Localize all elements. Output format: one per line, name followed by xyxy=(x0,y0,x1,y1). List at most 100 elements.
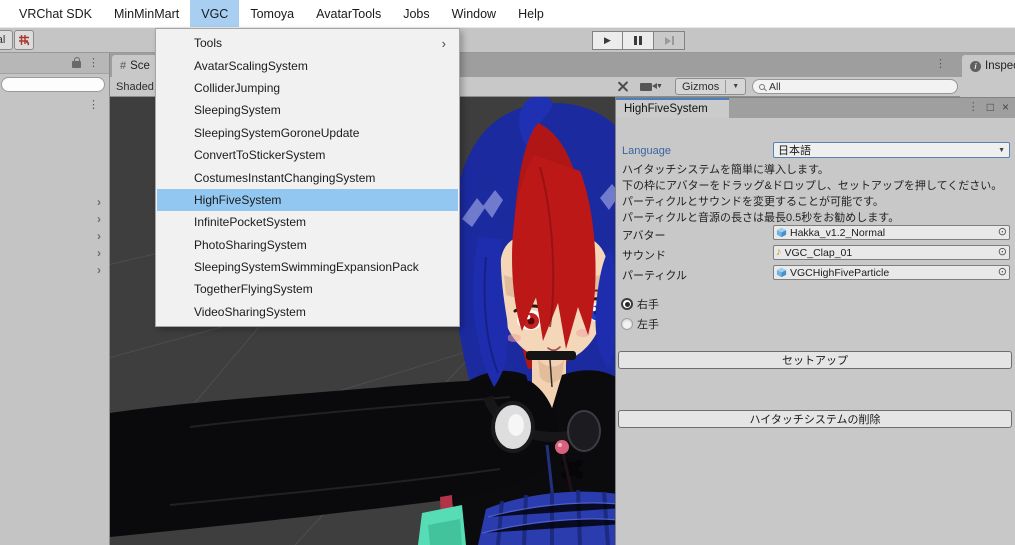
prefab-cube-icon xyxy=(776,227,787,238)
object-picker-icon[interactable]: ⊙ xyxy=(998,247,1007,258)
divider xyxy=(725,80,727,93)
pivot-toggle-button[interactable]: al xyxy=(0,30,13,50)
menu-item-costumesinstantchangingsystem[interactable]: CostumesInstantChangingSystem xyxy=(157,166,458,188)
menu-item-togetherflyingsystem[interactable]: TogetherFlyingSystem xyxy=(157,278,458,300)
grid-snap-button[interactable] xyxy=(14,30,34,50)
avatar-field-label: アバター xyxy=(622,230,666,242)
menu-window[interactable]: Window xyxy=(441,0,507,27)
unity-editor-window: VRChat SDK MinMinMart VGC Tomoya AvatarT… xyxy=(0,0,1015,545)
tab-inspector[interactable]: i Inspec xyxy=(962,55,1015,77)
language-value: 日本語 xyxy=(778,145,811,157)
window-controls: ⋮ □ × xyxy=(968,100,1009,114)
right-hand-label: 右手 xyxy=(637,299,659,311)
menu-item-sleepingsystem[interactable]: SleepingSystem xyxy=(157,99,458,121)
play-controls: ▶ xyxy=(592,31,685,50)
highfive-body: Language 日本語 ▼ ハイタッチシステムを簡単に導入します。 下の枠にア… xyxy=(616,118,1015,545)
maximize-icon[interactable]: □ xyxy=(987,100,994,114)
avatar-field-value: Hakka_v1.2_Normal xyxy=(790,226,886,239)
close-icon[interactable]: × xyxy=(1002,100,1009,114)
shading-mode-label: Shaded xyxy=(116,80,154,93)
panel-menu-icon[interactable]: ⋮ xyxy=(88,58,99,69)
menu-bar: VRChat SDK MinMinMart VGC Tomoya AvatarT… xyxy=(0,0,1015,28)
right-hand-radio[interactable] xyxy=(621,298,633,310)
chevron-right-icon[interactable]: › xyxy=(97,213,101,225)
chevron-right-icon[interactable]: › xyxy=(97,247,101,259)
language-label: Language xyxy=(622,145,671,157)
chevron-right-icon[interactable]: › xyxy=(97,230,101,242)
menu-vgc[interactable]: VGC xyxy=(190,0,240,27)
dropdown-arrow-icon: ▼ xyxy=(998,146,1005,154)
pause-icon xyxy=(634,36,642,45)
dropdown-arrow-icon: ▼ xyxy=(732,83,740,90)
chevron-right-icon[interactable]: › xyxy=(97,196,101,208)
right-hand-radio-row: 右手 xyxy=(621,296,659,312)
camera-icon xyxy=(640,82,657,91)
scene-tools-button[interactable] xyxy=(616,78,629,95)
scene-panel-menu-icon[interactable]: ⋮ xyxy=(935,59,946,70)
sound-field-label: サウンド xyxy=(622,250,666,262)
menu-jobs[interactable]: Jobs xyxy=(392,0,440,27)
window-menu-icon[interactable]: ⋮ xyxy=(968,101,979,113)
menu-item-highfivesystem[interactable]: HighFiveSystem xyxy=(157,188,458,212)
menu-item-infinitepocketsystem[interactable]: InfinitePocketSystem xyxy=(157,211,458,233)
chevron-right-icon[interactable]: › xyxy=(97,264,101,276)
menu-item-photosharingsystem[interactable]: PhotoSharingSystem xyxy=(157,234,458,256)
scene-tab-label: Sce xyxy=(130,60,150,72)
dropdown-arrow-icon: ▼ xyxy=(656,83,663,90)
left-hand-radio-row: 左手 xyxy=(621,316,659,332)
menu-minminmart[interactable]: MinMinMart xyxy=(103,0,190,27)
menu-help[interactable]: Help xyxy=(507,0,555,27)
panel-menu-icon-2[interactable]: ⋮ xyxy=(88,100,99,111)
language-dropdown[interactable]: 日本語 ▼ xyxy=(773,142,1010,158)
left-hand-label: 左手 xyxy=(637,319,659,331)
particle-field-value: VGCHighFiveParticle xyxy=(790,266,890,279)
particle-object-field[interactable]: VGCHighFiveParticle ⊙ xyxy=(773,265,1010,280)
hierarchy-panel-header: ⋮ xyxy=(0,53,109,74)
left-hand-radio[interactable] xyxy=(621,318,633,330)
menu-item-label: Tools xyxy=(194,36,223,51)
menu-item-videosharingsystem[interactable]: VideoSharingSystem xyxy=(157,301,458,323)
scene-grid-icon: # xyxy=(120,60,127,72)
vgc-dropdown-menu: Tools › AvatarScalingSystem ColliderJump… xyxy=(155,28,460,328)
menu-item-converttostickersystem[interactable]: ConvertToStickerSystem xyxy=(157,144,458,166)
sound-field-value: VGC_Clap_01 xyxy=(784,246,853,259)
scene-search-input[interactable] xyxy=(769,80,929,93)
gizmos-dropdown[interactable]: Gizmos ▼ xyxy=(675,78,747,95)
tab-highfivesystem[interactable]: HighFiveSystem xyxy=(616,98,729,118)
setup-button[interactable]: セットアップ xyxy=(618,351,1012,369)
prefab-cube-icon xyxy=(776,267,787,278)
description-text: ハイタッチシステムを簡単に導入します。 下の枠にアバターをドラッグ&ドロップし、… xyxy=(622,164,1003,224)
menu-vrchat-sdk[interactable]: VRChat SDK xyxy=(8,0,103,27)
tools-icon xyxy=(616,80,629,93)
play-button[interactable]: ▶ xyxy=(592,31,623,50)
inspector-tab-label: Inspec xyxy=(985,60,1015,72)
sound-object-field[interactable]: ♪ VGC_Clap_01 ⊙ xyxy=(773,245,1010,260)
audio-clip-icon: ♪ xyxy=(776,246,782,258)
pause-button[interactable] xyxy=(623,31,654,50)
highfive-tab-bar: HighFiveSystem ⋮ □ × xyxy=(616,98,1015,118)
menu-item-sleepingsystemswimmingexpansionpack[interactable]: SleepingSystemSwimmingExpansionPack xyxy=(157,256,458,278)
avatar-object-field[interactable]: Hakka_v1.2_Normal ⊙ xyxy=(773,225,1010,240)
object-picker-icon[interactable]: ⊙ xyxy=(998,267,1007,278)
submenu-arrow-icon: › xyxy=(441,35,446,51)
menu-tomoya[interactable]: Tomoya xyxy=(239,0,305,27)
step-icon xyxy=(664,36,674,45)
step-button[interactable] xyxy=(654,31,685,50)
scene-search-field[interactable] xyxy=(752,79,958,94)
menu-item-colliderjumping[interactable]: ColliderJumping xyxy=(157,77,458,99)
lock-icon[interactable] xyxy=(72,57,81,68)
hierarchy-search-input[interactable] xyxy=(1,77,105,92)
particle-field-label: パーティクル xyxy=(622,270,688,282)
object-picker-icon[interactable]: ⊙ xyxy=(998,227,1007,238)
search-icon xyxy=(759,83,765,90)
menu-item-tools[interactable]: Tools › xyxy=(157,32,458,54)
menu-avatartools[interactable]: AvatarTools xyxy=(305,0,392,27)
delete-system-button[interactable]: ハイタッチシステムの削除 xyxy=(618,410,1012,428)
shading-mode-dropdown[interactable]: Shaded xyxy=(112,78,160,95)
scene-camera-dropdown[interactable]: ▼ xyxy=(640,78,663,95)
play-icon: ▶ xyxy=(604,35,611,45)
menu-item-sleepingsystemgoroneupdate[interactable]: SleepingSystemGoroneUpdate xyxy=(157,122,458,144)
menu-item-avatarscalingsystem[interactable]: AvatarScalingSystem xyxy=(157,54,458,76)
hierarchy-fold-chevrons: › › › › › xyxy=(97,196,101,276)
highfive-system-window: HighFiveSystem ⋮ □ × Language 日本語 ▼ ハイタッ… xyxy=(615,97,1015,545)
